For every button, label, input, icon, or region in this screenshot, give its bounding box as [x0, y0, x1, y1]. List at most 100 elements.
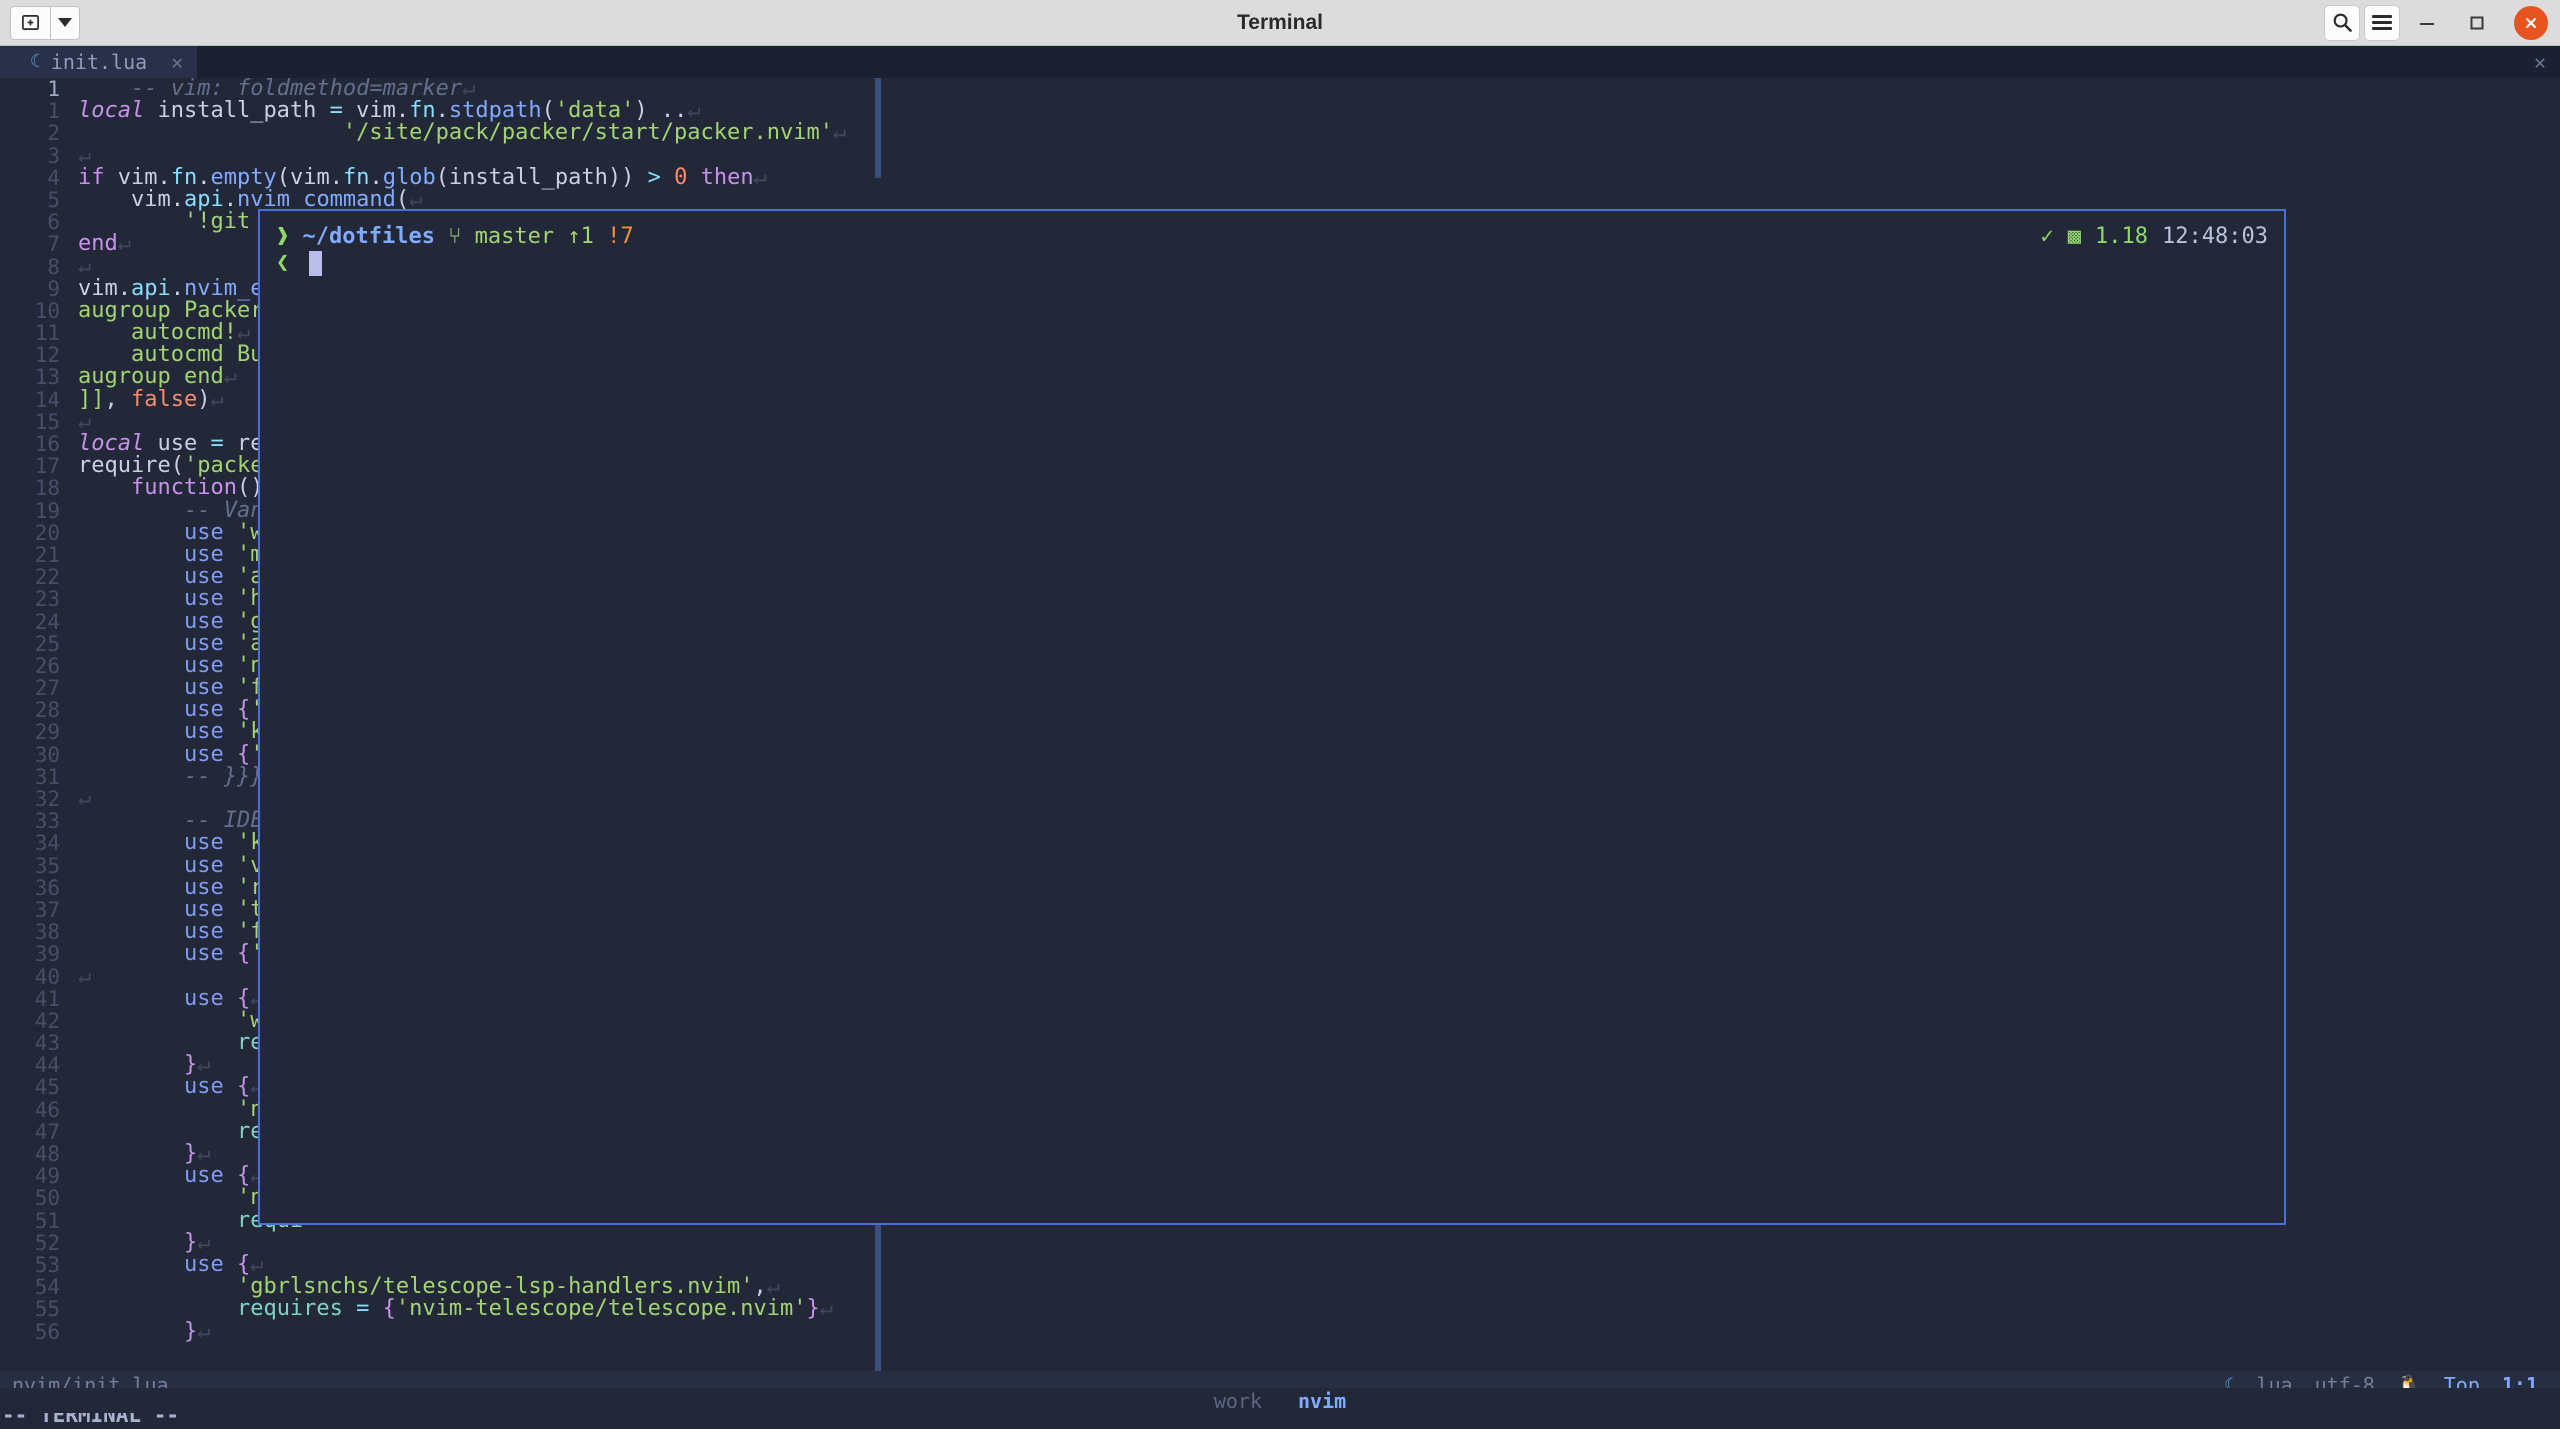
maximize-button[interactable]: [2454, 3, 2500, 43]
code-token: =: [356, 1296, 370, 1322]
line-number: 14: [34, 387, 60, 412]
code-token: ,: [104, 386, 131, 412]
window-title: Terminal: [1237, 10, 1323, 34]
chevron-down-icon: [58, 18, 72, 27]
line-number: 23: [34, 587, 60, 612]
code-line: 53 use {↵: [0, 1252, 2560, 1277]
code-line: 54 'gbrlsnchs/telescope-lsp-handlers.nvi…: [0, 1275, 2560, 1300]
exit-status-ok-icon: ✓: [2040, 223, 2054, 249]
line-text: ↵: [78, 144, 2560, 167]
code-token: 'nvim-telescope/telescope.nvim': [395, 1296, 807, 1322]
line-number: 7: [47, 232, 60, 257]
tab-close-icon[interactable]: ✕: [157, 51, 183, 73]
new-terminal-dropdown-button[interactable]: [50, 5, 80, 40]
line-number: 54: [34, 1275, 60, 1300]
code-token: }: [183, 1318, 198, 1344]
new-terminal-button[interactable]: [10, 5, 50, 40]
git-ahead-count: ↑1: [567, 223, 594, 249]
line-number: 36: [34, 875, 60, 900]
tab-init-lua[interactable]: ☾ init.lua ✕: [0, 46, 198, 78]
minimize-icon: [2420, 22, 2434, 25]
tabline-close-icon[interactable]: ✕: [2534, 51, 2546, 73]
code-token: ↵: [117, 231, 131, 257]
line-number: 40: [34, 964, 60, 989]
code-token: '/site/pack/packer/start/packer.nvim': [342, 120, 833, 146]
line-number: 35: [34, 853, 60, 878]
line-number: 55: [34, 1297, 60, 1322]
terminal-prompt-line: ❱ ~/dotfiles ⑂ master ↑1 !7 ✓ ▩ 1.18 12:…: [260, 223, 2284, 251]
terminal-cursor: [309, 251, 323, 276]
search-button[interactable]: [2324, 4, 2360, 41]
tmux-window-nvim[interactable]: nvim: [1298, 1389, 1346, 1413]
line-number: 4: [47, 165, 60, 190]
line-number: 50: [34, 1186, 60, 1211]
line-number: 2: [47, 121, 60, 146]
line-number: 25: [34, 631, 60, 656]
line-text: if vim.fn.empty(vim.fn.glob(install_path…: [78, 164, 2560, 190]
code-token: >: [647, 164, 661, 190]
line-number: 39: [34, 942, 60, 967]
line-number: 43: [34, 1031, 60, 1056]
code-line: 4 if vim.fn.empty(vim.fn.glob(install_pat…: [0, 164, 2560, 190]
code-token: false: [131, 386, 198, 412]
line-text: '/site/pack/packer/start/packer.nvim'↵: [78, 122, 2560, 144]
code-token: use: [183, 941, 224, 967]
code-token: {: [236, 941, 251, 967]
menu-button[interactable]: [2364, 4, 2400, 41]
terminal-input-line[interactable]: ❮: [276, 250, 323, 276]
close-button[interactable]: [2514, 5, 2548, 40]
tmux-window-work[interactable]: work: [1214, 1389, 1262, 1413]
code-token: 0: [674, 164, 688, 190]
git-dirty-count: !7: [607, 223, 634, 249]
code-line: 52 }↵: [0, 1230, 2560, 1255]
titlebar-right-controls: [2324, 3, 2548, 43]
floating-terminal-window[interactable]: ❱ ~/dotfiles ⑂ master ↑1 !7 ✓ ▩ 1.18 12:…: [258, 209, 2286, 1225]
tabline: ☾ init.lua ✕ ✕: [0, 46, 2560, 78]
code-token: (install_path)): [435, 164, 648, 190]
line-number: 53: [34, 1252, 60, 1277]
code-token: ↵: [832, 120, 847, 146]
line-number: 46: [34, 1097, 60, 1122]
line-number: 31: [34, 764, 60, 789]
code-token: }: [806, 1296, 820, 1322]
prompt-chevron-icon: ❮: [276, 250, 290, 276]
code-token: ↵: [819, 1296, 834, 1322]
titlebar-left-controls: [10, 5, 80, 40]
code-token: -- }}}: [183, 763, 264, 789]
line-number: 18: [34, 476, 60, 501]
new-terminal-icon: [22, 14, 39, 31]
line-number: 26: [34, 653, 60, 678]
line-number: 21: [34, 542, 60, 567]
line-text: }↵: [78, 1231, 2560, 1254]
line-text: -- vim: foldmethod=marker↵: [78, 78, 2560, 100]
line-number: 10: [34, 298, 60, 323]
line-number: 1: [47, 78, 60, 101]
code-line: 3 ↵: [0, 143, 2560, 168]
prompt-cwd: ~/dotfiles: [302, 223, 435, 249]
line-number: 48: [34, 1142, 60, 1166]
code-token: then: [700, 164, 754, 190]
line-number: 33: [34, 809, 60, 834]
line-number: 9: [47, 276, 60, 301]
code-line: 1 local install_path = vim.fn.stdpath('da…: [0, 100, 2560, 123]
code-token: ↵: [210, 386, 224, 412]
indent-guide-top: [875, 78, 881, 178]
close-icon: [2526, 17, 2536, 28]
vi-mode-indicator: ❱: [276, 223, 290, 249]
line-number: 27: [34, 676, 60, 701]
line-text: 'gbrlsnchs/telescope-lsp-handlers.nvim',…: [78, 1276, 2560, 1298]
code-line: 55 requires = {'nvim-telescope/telescope…: [0, 1296, 2560, 1322]
code-token: requires: [236, 1296, 343, 1322]
code-line: 2 '/site/pack/packer/start/packer.nvim'↵: [0, 121, 2560, 146]
line-number: 24: [34, 609, 60, 634]
minimize-button[interactable]: [2404, 3, 2450, 43]
code-token: {: [382, 1296, 396, 1322]
line-number: 52: [34, 1230, 60, 1255]
line-number: 3: [47, 143, 60, 168]
search-icon: [2333, 13, 2352, 32]
